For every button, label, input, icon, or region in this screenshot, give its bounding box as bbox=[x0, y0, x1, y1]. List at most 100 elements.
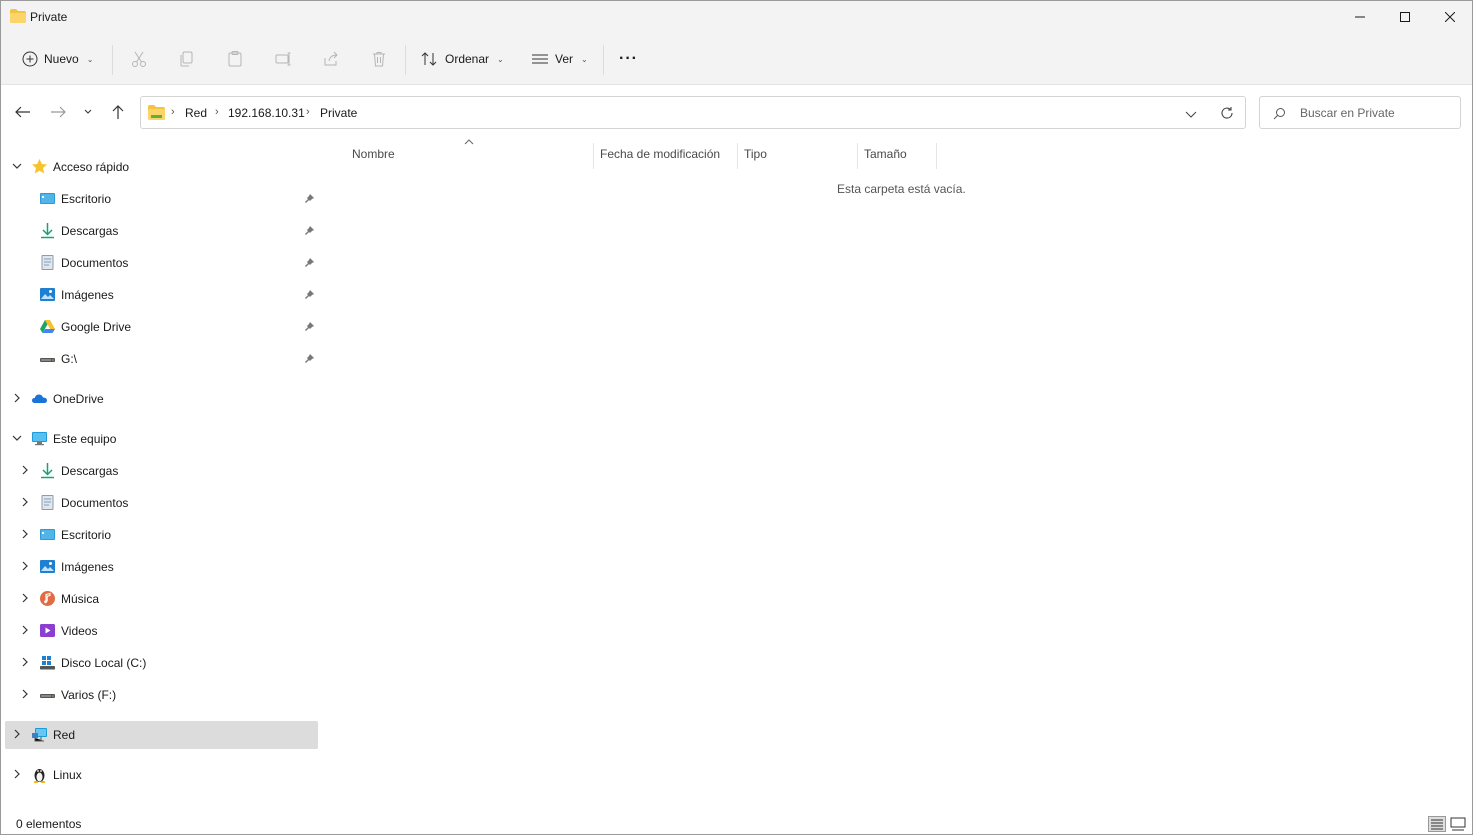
large-icons-view-icon[interactable] bbox=[1449, 816, 1467, 832]
copy-icon[interactable] bbox=[178, 50, 196, 68]
sidebar-item-network[interactable]: Red bbox=[5, 721, 318, 749]
back-arrow-icon[interactable] bbox=[14, 104, 32, 120]
sidebar-item-pc-varios-f[interactable]: Varios (F:) bbox=[5, 681, 318, 709]
view-button[interactable]: Ver ⌄ bbox=[531, 45, 588, 73]
sidebar-item-label: Imágenes bbox=[61, 288, 114, 302]
linux-penguin-icon bbox=[33, 769, 46, 783]
chevron-right-icon[interactable] bbox=[11, 728, 23, 740]
pin-icon[interactable] bbox=[304, 257, 315, 268]
sidebar-item-escritorio[interactable]: Escritorio bbox=[5, 185, 318, 213]
column-header-type[interactable]: Tipo bbox=[744, 147, 767, 161]
sidebar-item-descargas[interactable]: Descargas bbox=[5, 217, 318, 245]
paste-icon[interactable] bbox=[226, 50, 244, 68]
close-icon bbox=[1445, 12, 1455, 22]
refresh-icon[interactable] bbox=[1220, 106, 1234, 120]
desktop-icon bbox=[40, 529, 55, 540]
google-drive-icon bbox=[40, 320, 55, 333]
sidebar-item-linux[interactable]: Linux bbox=[5, 761, 318, 789]
sidebar-item-label: Disco Local (C:) bbox=[61, 656, 147, 670]
chevron-right-icon[interactable] bbox=[19, 560, 31, 572]
pin-icon[interactable] bbox=[304, 225, 315, 236]
sidebar-item-pc-musica[interactable]: Música bbox=[5, 585, 318, 613]
details-view-icon[interactable] bbox=[1428, 816, 1446, 832]
breadcrumb-private[interactable]: Private bbox=[320, 106, 357, 120]
delete-icon[interactable] bbox=[370, 50, 388, 68]
computer-icon bbox=[32, 432, 47, 446]
sidebar-item-label: Varios (F:) bbox=[61, 688, 117, 702]
drive-icon bbox=[40, 694, 55, 698]
toolbar-divider bbox=[405, 45, 406, 75]
chevron-right-icon[interactable] bbox=[19, 592, 31, 604]
chevron-right-icon[interactable] bbox=[19, 688, 31, 700]
chevron-right-icon[interactable] bbox=[19, 496, 31, 508]
sidebar-item-pc-imagenes[interactable]: Imágenes bbox=[5, 553, 318, 581]
download-icon bbox=[41, 223, 54, 239]
plus-circle-icon bbox=[22, 51, 38, 67]
chevron-right-icon[interactable] bbox=[11, 392, 23, 404]
cut-icon[interactable] bbox=[130, 50, 148, 68]
pin-icon[interactable] bbox=[304, 289, 315, 300]
drive-icon bbox=[40, 358, 55, 362]
sidebar-item-label: Documentos bbox=[61, 256, 129, 270]
sidebar-item-label: Acceso rápido bbox=[53, 160, 130, 174]
sidebar-item-label: Linux bbox=[53, 768, 82, 782]
sidebar-item-label: Descargas bbox=[61, 224, 119, 238]
sidebar-item-imagenes[interactable]: Imágenes bbox=[5, 281, 318, 309]
column-divider[interactable] bbox=[857, 143, 858, 169]
chevron-down-icon[interactable] bbox=[11, 432, 23, 444]
address-bar[interactable]: › Red › 192.168.10.31 › Private bbox=[140, 96, 1246, 129]
breadcrumb-separator-icon: › bbox=[306, 106, 310, 118]
new-button[interactable]: Nuevo ⌄ bbox=[22, 45, 93, 73]
pin-icon[interactable] bbox=[304, 353, 315, 364]
sidebar-item-onedrive[interactable]: OneDrive bbox=[5, 385, 318, 413]
chevron-right-icon[interactable] bbox=[19, 464, 31, 476]
chevron-right-icon[interactable] bbox=[11, 768, 23, 780]
sidebar-item-label: Documentos bbox=[61, 496, 129, 510]
chevron-right-icon[interactable] bbox=[19, 624, 31, 636]
chevron-down-icon[interactable] bbox=[1185, 109, 1197, 119]
sidebar-item-pc-disco-c[interactable]: Disco Local (C:) bbox=[5, 649, 318, 677]
sidebar-item-pc-escritorio[interactable]: Escritorio bbox=[5, 521, 318, 549]
sidebar-item-pc-descargas[interactable]: Descargas bbox=[5, 457, 318, 485]
up-arrow-icon[interactable] bbox=[109, 104, 127, 120]
chevron-down-icon[interactable] bbox=[11, 160, 23, 172]
maximize-icon bbox=[1400, 12, 1410, 22]
recent-locations-icon[interactable] bbox=[83, 104, 93, 120]
forward-arrow-icon[interactable] bbox=[49, 104, 67, 120]
search-input[interactable]: Buscar en Private bbox=[1259, 96, 1461, 129]
sidebar-item-g-drive[interactable]: G:\ bbox=[5, 345, 318, 373]
sidebar-item-google-drive[interactable]: Google Drive bbox=[5, 313, 318, 341]
column-divider[interactable] bbox=[737, 143, 738, 169]
pin-icon[interactable] bbox=[304, 321, 315, 332]
sidebar-item-pc-documentos[interactable]: Documentos bbox=[5, 489, 318, 517]
address-row: › Red › 192.168.10.31 › Private Buscar e… bbox=[1, 86, 1472, 138]
sidebar-item-quick-access[interactable]: Acceso rápido bbox=[5, 153, 318, 181]
column-divider[interactable] bbox=[593, 143, 594, 169]
column-header-name[interactable]: Nombre bbox=[352, 147, 395, 161]
rename-icon[interactable] bbox=[274, 50, 292, 68]
minimize-button[interactable] bbox=[1337, 1, 1383, 33]
sidebar-item-label: Videos bbox=[61, 624, 98, 638]
window-title: Private bbox=[30, 10, 68, 24]
chevron-right-icon[interactable] bbox=[19, 528, 31, 540]
more-options-button[interactable]: ··· bbox=[619, 45, 638, 73]
sidebar-item-label: Escritorio bbox=[61, 528, 112, 542]
sidebar-item-documentos[interactable]: Documentos bbox=[5, 249, 318, 277]
breadcrumb-separator-icon: › bbox=[215, 106, 219, 118]
column-header-size[interactable]: Tamaño bbox=[864, 147, 907, 161]
search-placeholder: Buscar en Private bbox=[1300, 106, 1395, 120]
sidebar-item-label: Escritorio bbox=[61, 192, 112, 206]
column-header-date-modified[interactable]: Fecha de modificación bbox=[600, 147, 720, 161]
breadcrumb-ip[interactable]: 192.168.10.31 bbox=[228, 106, 305, 120]
close-button[interactable] bbox=[1427, 1, 1473, 33]
sidebar-item-this-pc[interactable]: Este equipo bbox=[5, 425, 318, 453]
breadcrumb-red[interactable]: Red bbox=[185, 106, 207, 120]
pin-icon[interactable] bbox=[304, 193, 315, 204]
maximize-button[interactable] bbox=[1382, 1, 1428, 33]
sidebar-item-pc-videos[interactable]: Videos bbox=[5, 617, 318, 645]
column-divider[interactable] bbox=[936, 143, 937, 169]
sort-button[interactable]: Ordenar ⌄ bbox=[421, 45, 504, 73]
share-icon[interactable] bbox=[322, 50, 340, 68]
chevron-right-icon[interactable] bbox=[19, 656, 31, 668]
sort-label: Ordenar bbox=[445, 52, 490, 66]
